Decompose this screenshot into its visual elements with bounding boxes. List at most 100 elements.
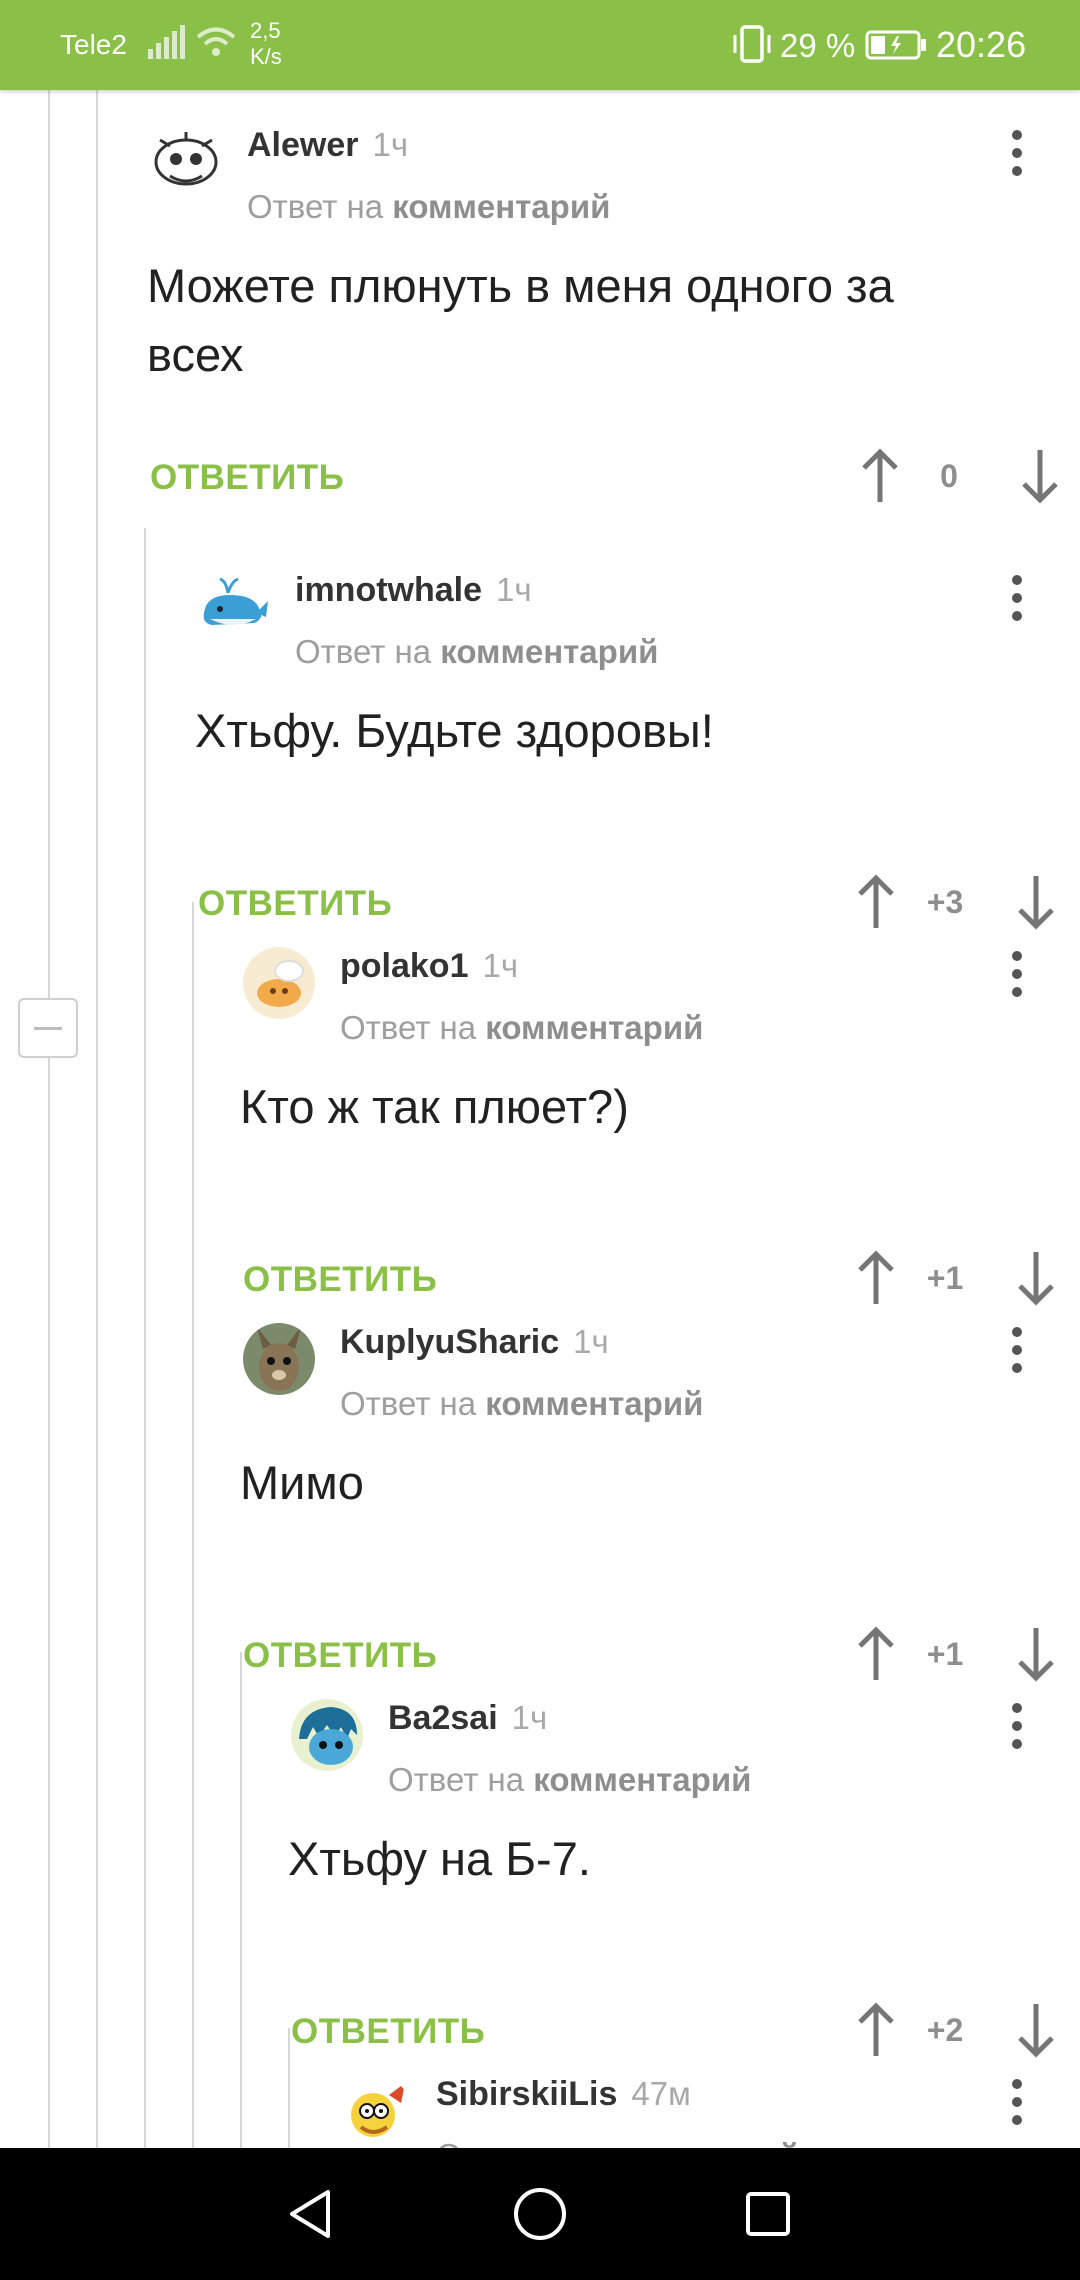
reply-to[interactable]: Ответ на комментарий bbox=[295, 633, 658, 671]
author-name[interactable]: imnotwhale 1ч bbox=[295, 571, 532, 610]
speed-value: 2,5 bbox=[250, 18, 281, 43]
reply-to[interactable]: Ответ на комментарий bbox=[340, 1385, 703, 1423]
author-label[interactable]: KuplyuSharic bbox=[340, 1323, 559, 1361]
more-options-icon[interactable] bbox=[1002, 1699, 1032, 1759]
more-options-icon[interactable] bbox=[1002, 947, 1032, 1007]
downvote-icon[interactable] bbox=[1016, 874, 1056, 930]
reply-target[interactable]: комментарий bbox=[440, 633, 658, 670]
upvote-icon[interactable] bbox=[856, 2002, 896, 2058]
comment-time: 1ч bbox=[496, 571, 532, 608]
network-speed: 2,5 K/s bbox=[250, 18, 282, 70]
reply-target[interactable]: комментарий bbox=[581, 2137, 799, 2148]
more-options-icon[interactable] bbox=[1002, 2075, 1032, 2135]
comment-time: 1ч bbox=[482, 947, 519, 984]
downvote-icon[interactable] bbox=[1016, 1626, 1056, 1682]
author-label[interactable]: Alewer bbox=[247, 126, 359, 164]
comment-body: Хтьфу на Б-7. bbox=[288, 1832, 591, 1885]
reply-to[interactable]: Ответ на комментарий bbox=[340, 1009, 703, 1047]
reply-to[interactable]: Ответ на комментарий bbox=[436, 2137, 799, 2148]
back-icon[interactable] bbox=[282, 2184, 342, 2244]
reply-target[interactable]: комментарий bbox=[485, 1385, 703, 1422]
author-name[interactable]: KuplyuSharic 1ч bbox=[340, 1323, 609, 1362]
reply-target[interactable]: комментарий bbox=[533, 1761, 751, 1798]
comment-body: Можете плюнуть в меня одного за всех bbox=[147, 259, 894, 381]
author-label[interactable]: Ba2sai bbox=[388, 1699, 498, 1737]
reply-button[interactable]: ОТВЕТИТЬ bbox=[243, 1260, 437, 1300]
vote-controls: +2 bbox=[856, 2002, 1056, 2062]
avatar[interactable] bbox=[339, 2075, 411, 2147]
vote-score: 0 bbox=[940, 458, 958, 494]
comment-body: Кто ж так плюет?) bbox=[240, 1080, 629, 1133]
clock: 20:26 bbox=[936, 24, 1027, 65]
upvote-icon[interactable] bbox=[856, 874, 896, 930]
navigation-bar bbox=[0, 2148, 1080, 2280]
more-options-icon[interactable] bbox=[1002, 1323, 1032, 1383]
author-label[interactable]: imnotwhale bbox=[295, 571, 482, 609]
avatar[interactable] bbox=[150, 126, 222, 198]
vote-score: +2 bbox=[926, 2012, 964, 2048]
home-icon[interactable] bbox=[510, 2184, 570, 2244]
comment-time: 1ч bbox=[511, 1699, 548, 1736]
more-options-icon[interactable] bbox=[1002, 126, 1032, 186]
more-options-icon[interactable] bbox=[1002, 571, 1032, 631]
comment-time: 47м bbox=[631, 2075, 691, 2112]
author-name[interactable]: Ba2sai 1ч bbox=[388, 1699, 547, 1738]
status-bar: Tele2 2,5 K/s 29 % 20:26 bbox=[0, 0, 1080, 90]
reply-button[interactable]: ОТВЕТИТЬ bbox=[291, 2012, 485, 2052]
vote-score: +3 bbox=[926, 884, 964, 920]
comment-time: 1ч bbox=[573, 1323, 609, 1360]
vibrate-icon bbox=[730, 24, 774, 69]
reply-prefix: Ответ на bbox=[388, 1761, 525, 1798]
vote-controls: +1 bbox=[856, 1250, 1056, 1310]
downvote-icon[interactable] bbox=[1016, 2002, 1056, 2058]
author-name[interactable]: polako1 1ч bbox=[340, 947, 518, 986]
vote-controls: +1 bbox=[856, 1626, 1056, 1686]
reply-prefix: Ответ на bbox=[340, 1009, 477, 1046]
thread-line bbox=[288, 2028, 290, 2148]
signal-icon bbox=[148, 25, 186, 64]
thread-line bbox=[144, 528, 146, 2148]
vote-controls: 0 bbox=[860, 448, 1060, 508]
avatar[interactable] bbox=[291, 1699, 363, 1771]
author-label[interactable]: SibirskiiLis bbox=[436, 2075, 617, 2113]
thread-line bbox=[240, 1652, 242, 2148]
vote-score: +1 bbox=[926, 1260, 964, 1296]
battery-icon bbox=[865, 30, 927, 65]
reply-target[interactable]: комментарий bbox=[392, 188, 610, 225]
comment-time: 1ч bbox=[372, 126, 409, 163]
reply-prefix: Ответ на bbox=[247, 188, 384, 225]
avatar[interactable] bbox=[243, 1323, 315, 1395]
reply-to[interactable]: Ответ на комментарий bbox=[388, 1761, 751, 1799]
vote-score: +1 bbox=[926, 1636, 964, 1672]
comments-thread[interactable]: Alewer 1ч Ответ на комментарий Можете плю… bbox=[0, 90, 1080, 2148]
reply-button[interactable]: ОТВЕТИТЬ bbox=[243, 1636, 437, 1676]
thread-line bbox=[48, 90, 50, 2148]
collapse-thread-button[interactable] bbox=[18, 998, 78, 1058]
downvote-icon[interactable] bbox=[1016, 1250, 1056, 1306]
author-label[interactable]: polako1 bbox=[340, 947, 468, 985]
author-name[interactable]: SibirskiiLis 47м bbox=[436, 2075, 691, 2114]
vote-controls: +3 bbox=[856, 874, 1056, 934]
reply-to[interactable]: Ответ на комментарий bbox=[247, 188, 610, 226]
reply-button[interactable]: ОТВЕТИТЬ bbox=[150, 458, 344, 498]
thread-line bbox=[96, 90, 98, 2148]
wifi-icon bbox=[196, 26, 236, 63]
reply-button[interactable]: ОТВЕТИТЬ bbox=[198, 884, 392, 924]
speed-unit: K/s bbox=[250, 44, 282, 69]
reply-target[interactable]: комментарий bbox=[485, 1009, 703, 1046]
reply-prefix: Ответ на bbox=[340, 1385, 477, 1422]
downvote-icon[interactable] bbox=[1020, 448, 1060, 504]
upvote-icon[interactable] bbox=[860, 448, 900, 504]
battery-percent: 29 % bbox=[780, 27, 856, 64]
avatar[interactable] bbox=[198, 571, 270, 643]
comment-body: Мимо bbox=[240, 1456, 364, 1509]
recents-icon[interactable] bbox=[738, 2184, 798, 2244]
upvote-icon[interactable] bbox=[856, 1250, 896, 1306]
author-name[interactable]: Alewer 1ч bbox=[247, 126, 408, 165]
upvote-icon[interactable] bbox=[856, 1626, 896, 1682]
thread-line bbox=[192, 902, 194, 2148]
reply-prefix: Ответ на bbox=[295, 633, 432, 670]
avatar[interactable] bbox=[243, 947, 315, 1019]
comment-body: Хтьфу. Будьте здоровы! bbox=[195, 704, 714, 757]
carrier-name: Tele2 bbox=[60, 29, 127, 60]
